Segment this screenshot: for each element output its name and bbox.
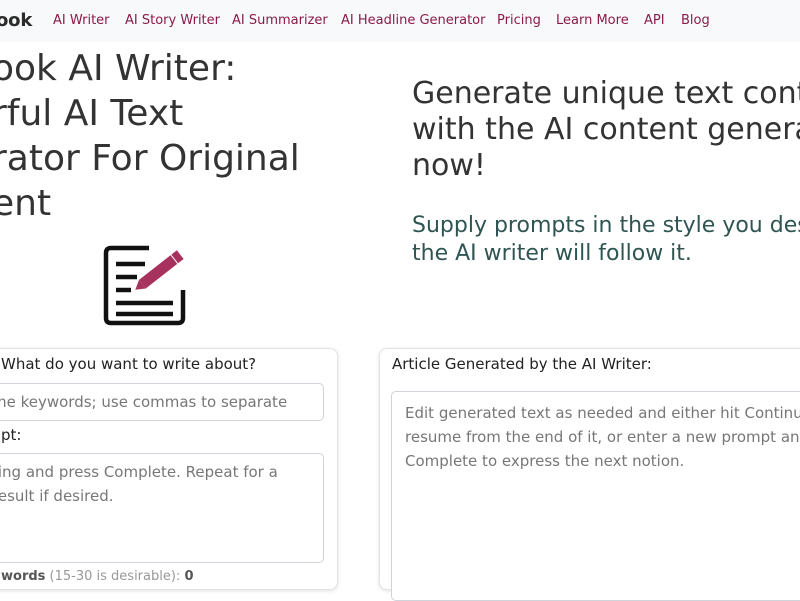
words-count: 0: [184, 569, 194, 584]
hero-note-line: the AI writer will follow it.: [412, 241, 692, 266]
keywords-placeholder: me keywords; use commas to separate: [0, 393, 288, 411]
hero-subtitle: Generate unique text conte with the AI c…: [412, 76, 800, 184]
page-title: ook AI Writer: rful AI Text rator For Or…: [0, 46, 322, 226]
keywords-input[interactable]: me keywords; use commas to separate: [0, 383, 324, 421]
prompt-label: pt:: [1, 426, 22, 444]
page-title-line: ook AI Writer:: [0, 48, 237, 89]
prompt-placeholder-line: result if desired.: [0, 487, 114, 505]
article-placeholder-line: Complete to express the next notion.: [405, 452, 685, 470]
hero-note-line: Supply prompts in the style you des: [412, 213, 800, 238]
page-title-line: rful AI Text: [0, 93, 184, 134]
topic-question-label: What do you want to write about?: [1, 355, 257, 373]
article-placeholder-line: resume from the end of it, or enter a ne…: [405, 428, 800, 446]
page-title-line: ent: [0, 183, 52, 224]
navbar: ook AI Writer AI Story Writer AI Summari…: [0, 0, 800, 42]
word-count-hint: words (15-30 is desirable): 0: [1, 569, 194, 584]
words-label: words: [1, 569, 46, 584]
hero-subtitle-line: Generate unique text conte: [412, 76, 800, 111]
nav-ai-story-writer[interactable]: AI Story Writer: [125, 13, 220, 28]
hero-note: Supply prompts in the style you des the …: [412, 212, 800, 268]
prompt-placeholder-line: ting and press Complete. Repeat for a: [0, 463, 278, 481]
article-output-textarea[interactable]: Edit generated text as needed and either…: [391, 391, 800, 601]
article-output-label: Article Generated by the AI Writer:: [392, 355, 652, 373]
nav-blog[interactable]: Blog: [681, 13, 710, 28]
hero-subtitle-line: now!: [412, 148, 486, 183]
pencil-document-icon: [103, 245, 186, 326]
nav-ai-writer[interactable]: AI Writer: [53, 13, 110, 28]
output-card: Article Generated by the AI Writer: Edit…: [379, 348, 800, 601]
prompt-textarea[interactable]: ting and press Complete. Repeat for a re…: [0, 453, 324, 563]
brand-logo[interactable]: ook: [0, 10, 32, 31]
nav-pricing[interactable]: Pricing: [497, 13, 541, 28]
nav-api[interactable]: API: [644, 13, 665, 28]
words-hint: (15-30 is desirable):: [49, 569, 181, 584]
nav-ai-summarizer[interactable]: AI Summarizer: [232, 13, 328, 28]
nav-ai-headline-generator[interactable]: AI Headline Generator: [341, 13, 485, 28]
input-card: What do you want to write about? me keyw…: [0, 348, 338, 590]
page-title-line: rator For Original: [0, 138, 300, 179]
hero-subtitle-line: with the AI content generat: [412, 112, 800, 147]
article-placeholder-line: Edit generated text as needed and either…: [405, 404, 800, 422]
nav-learn-more[interactable]: Learn More: [556, 13, 629, 28]
